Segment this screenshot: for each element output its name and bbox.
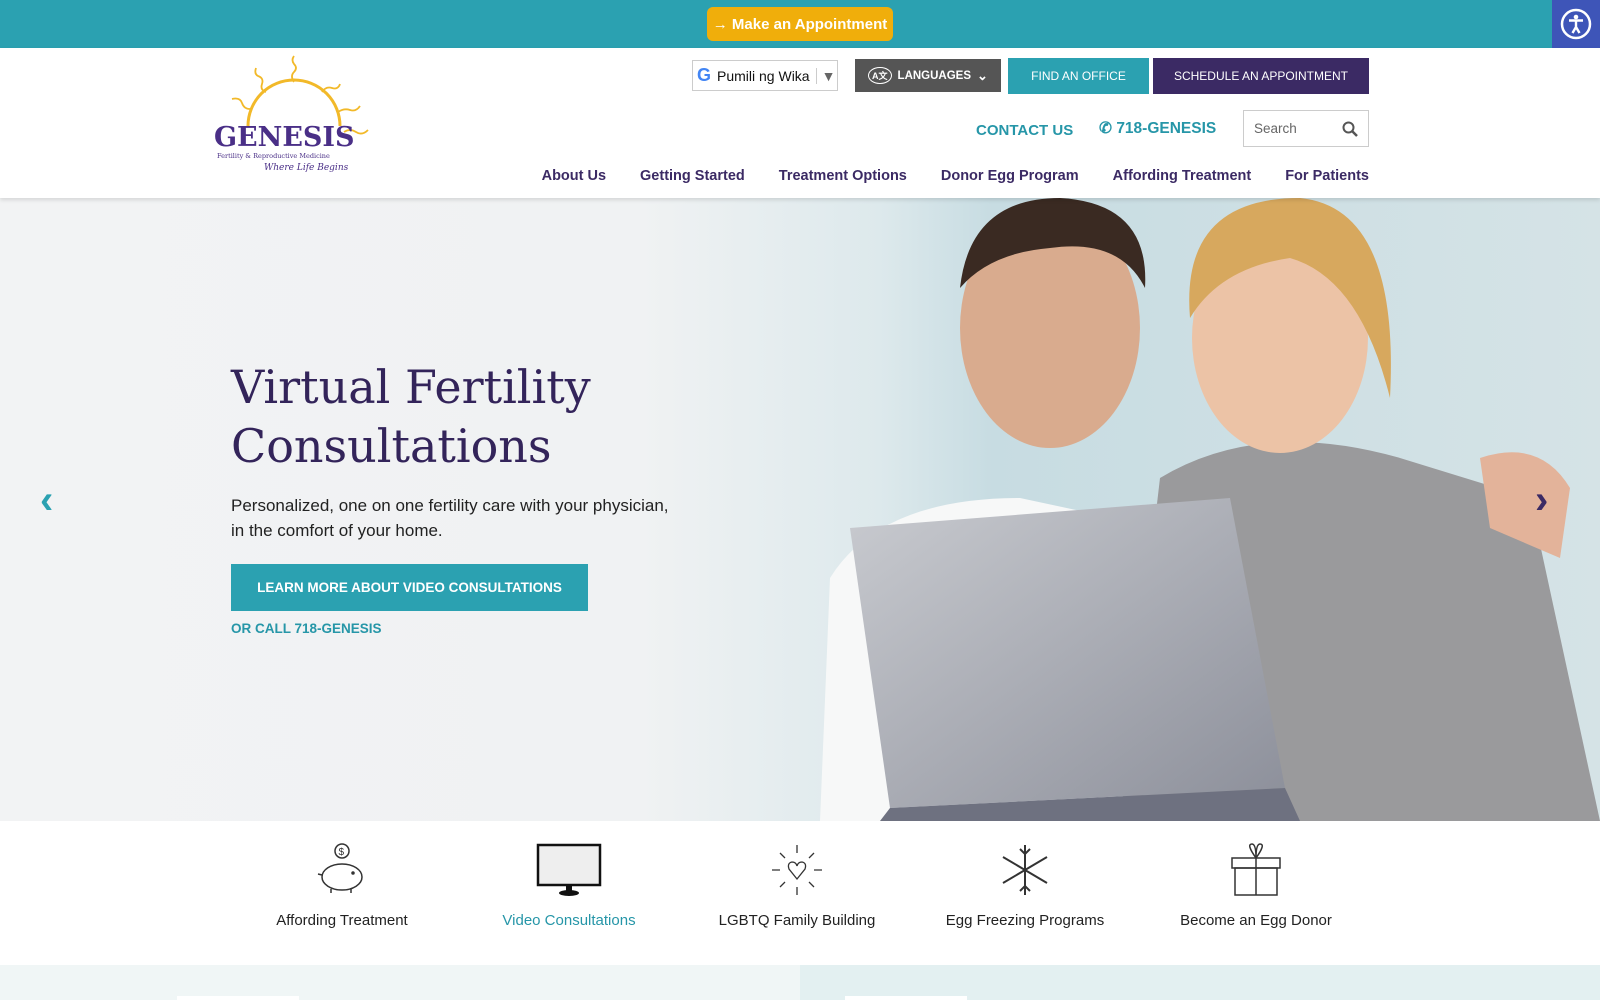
bottom-section-right	[800, 965, 1600, 1004]
contact-us-link[interactable]: CONTACT US	[976, 122, 1073, 139]
nav-treatment-options[interactable]: Treatment Options	[779, 168, 907, 184]
top-bar: → Make an Appointment	[0, 0, 1600, 48]
feature-video-consultations[interactable]: Video Consultations	[469, 821, 669, 929]
hero-slider: Virtual Fertility Consultations Personali…	[0, 198, 1600, 821]
chevron-left-icon[interactable]: ‹	[40, 478, 53, 523]
feature-become-egg-donor[interactable]: Become an Egg Donor	[1156, 821, 1356, 929]
google-icon: G	[697, 65, 712, 85]
nav-getting-started[interactable]: Getting Started	[640, 168, 745, 184]
hero-title: Virtual Fertility Consultations	[231, 360, 591, 473]
dropdown-arrow-icon: ▼	[815, 67, 835, 84]
google-translate-select[interactable]: G Pumili ng Wika ▼	[692, 60, 838, 91]
main-nav: About Us Getting Started Treatment Optio…	[542, 168, 1369, 184]
gift-icon	[1231, 843, 1281, 896]
call-link[interactable]: OR CALL 718-GENESIS	[231, 621, 382, 636]
accessibility-button[interactable]	[1552, 0, 1600, 48]
accessibility-icon	[1560, 8, 1592, 40]
bottom-section-left	[0, 965, 800, 1004]
piggy-bank-icon: $	[317, 843, 363, 893]
feature-label: LGBTQ Family Building	[718, 912, 876, 929]
languages-label: LANGUAGES	[897, 69, 972, 82]
svg-text:Where Life Begins: Where Life Begins	[264, 163, 349, 173]
phone-number: 718-GENESIS	[1116, 120, 1217, 137]
nav-affording-treatment[interactable]: Affording Treatment	[1113, 168, 1252, 184]
svg-text:$: $	[339, 847, 345, 858]
hero-description: Personalized, one on one fertility care …	[231, 496, 669, 540]
svg-text:Fertility & Reproductive Medic: Fertility & Reproductive Medicine	[217, 152, 330, 160]
monitor-icon	[536, 843, 602, 896]
translate-label: Pumili ng Wika	[717, 67, 810, 84]
learn-more-button[interactable]: LEARN MORE ABOUT VIDEO CONSULTATIONS	[231, 564, 588, 611]
hero-photo	[820, 198, 1600, 821]
phone-link[interactable]: ✆ 718-GENESIS	[1099, 119, 1216, 138]
languages-button[interactable]: A文 LANGUAGES ⌄	[855, 59, 1001, 92]
nav-about-us[interactable]: About Us	[542, 168, 606, 184]
nav-donor-egg-program[interactable]: Donor Egg Program	[941, 168, 1079, 184]
snowflake-icon	[1002, 845, 1048, 895]
search-placeholder: Search	[1254, 121, 1297, 136]
translate-icon: A文	[868, 67, 892, 84]
phone-icon: ✆	[1099, 120, 1112, 137]
heart-icon	[772, 845, 822, 895]
feature-label: Affording Treatment	[276, 912, 408, 929]
feature-label: Egg Freezing Programs	[945, 912, 1105, 929]
feature-affording-treatment[interactable]: $ Affording Treatment	[242, 821, 442, 929]
chevron-right-icon[interactable]: ›	[1535, 478, 1548, 523]
find-office-button[interactable]: FIND AN OFFICE	[1008, 58, 1149, 94]
make-appointment-button[interactable]: → Make an Appointment	[707, 7, 893, 41]
site-header: GENESIS Fertility & Reproductive Medicin…	[0, 48, 1600, 198]
feature-egg-freezing-programs[interactable]: Egg Freezing Programs	[925, 821, 1125, 929]
feature-links: $ Affording Treatment Video Consultation…	[0, 821, 1600, 965]
search-input[interactable]: Search	[1243, 110, 1369, 147]
genesis-logo[interactable]: GENESIS Fertility & Reproductive Medicin…	[214, 54, 376, 176]
feature-label: Become an Egg Donor	[1180, 912, 1332, 929]
search-icon[interactable]	[1342, 121, 1358, 137]
feature-lgbtq-family-building[interactable]: LGBTQ Family Building	[697, 821, 897, 929]
feature-label: Video Consultations	[502, 912, 636, 929]
chevron-down-icon: ⌄	[977, 67, 988, 83]
nav-for-patients[interactable]: For Patients	[1285, 168, 1369, 184]
svg-text:GENESIS: GENESIS	[214, 122, 355, 153]
schedule-appointment-button[interactable]: SCHEDULE AN APPOINTMENT	[1153, 58, 1369, 94]
